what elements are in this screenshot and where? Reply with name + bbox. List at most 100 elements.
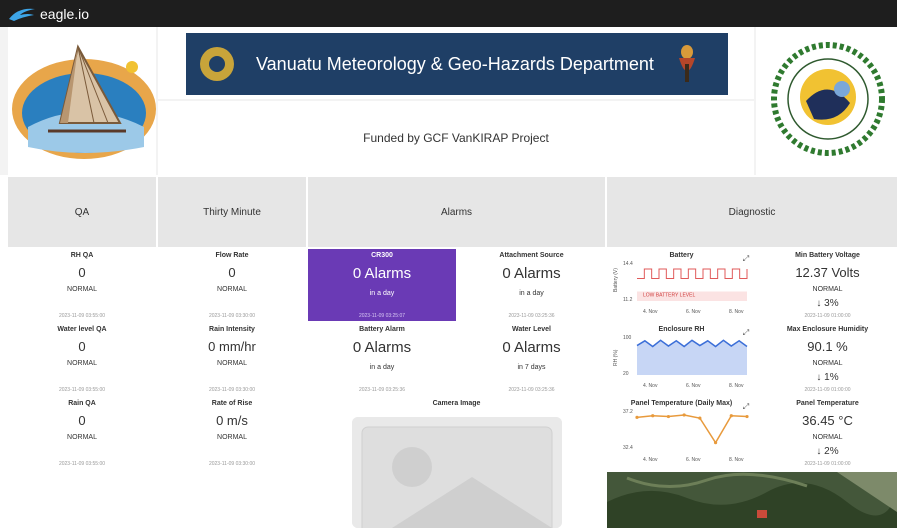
rain-qa-tile[interactable]: Rain QA 0 NORMAL 2023-11-09 03:55:00 <box>8 397 156 469</box>
tile-value: 12.37 Volts <box>795 265 860 280</box>
tile-title: Rate of Rise <box>211 400 253 407</box>
tile-timestamp: 2023-11-09 03:25:07 <box>358 313 406 319</box>
brand-name[interactable]: eagle.io <box>40 6 89 22</box>
tile-timestamp: 2023-11-09 03:55:00 <box>58 387 106 393</box>
panel-temperature-tile[interactable]: Panel Temperature 36.45 °C NORMAL ↓ 2% 2… <box>758 397 897 469</box>
tile-status: NORMAL <box>217 360 247 367</box>
tile-title: Water Level <box>511 326 552 333</box>
department-emblem-icon <box>200 47 234 81</box>
tile-title: RH QA <box>70 252 94 259</box>
eagle-logo-icon[interactable] <box>8 5 36 23</box>
tile-timestamp: 2023-11-09 01:00:00 <box>804 313 851 319</box>
tile-status: NORMAL <box>812 360 843 367</box>
image-placeholder-icon <box>352 417 562 528</box>
tile-title: Min Battery Voltage <box>795 252 860 259</box>
expand-icon[interactable]: ⤢ <box>740 327 752 339</box>
rh-qa-tile[interactable]: RH QA 0 NORMAL 2023-11-09 03:55:00 <box>8 249 156 321</box>
attachment-source-alarm-tile[interactable]: Attachment Source 0 Alarms in a day 2023… <box>458 249 605 321</box>
panel-temp-line <box>636 414 748 445</box>
rain-intensity-tile[interactable]: Rain Intensity 0 mm/hr NORMAL 2023-11-09… <box>158 323 306 395</box>
flow-rate-tile[interactable]: Flow Rate 0 NORMAL 2023-11-09 03:30:00 <box>158 249 306 321</box>
y-tick-label: 20 <box>623 371 629 377</box>
tile-trend: ↓ 2% <box>816 446 839 457</box>
chart-title: Battery <box>669 252 694 259</box>
y-tick-label: 37.2 <box>623 409 633 415</box>
data-point <box>666 414 671 419</box>
y-tick-label: 32.4 <box>623 445 633 451</box>
battery-chart-tile[interactable]: 14.4 11.2 Battery (V) 4. Nov 6. Nov 8. Nov LOW… <box>607 249 756 321</box>
tile-value: 36.45 °C <box>802 413 853 428</box>
expand-icon[interactable]: ⤢ <box>740 253 752 265</box>
section-qa: QA <box>8 177 156 247</box>
funded-by-panel: Funded by GCF VanKIRAP Project <box>158 101 754 175</box>
y-tick-label: 11.2 <box>623 297 633 303</box>
section-diagnostic: Diagnostic <box>607 177 897 247</box>
tile-value: 0 Alarms <box>352 265 412 282</box>
enclosure-rh-chart-tile[interactable]: 100 20 RH (%) 4. Nov 6. Nov 8. Nov Enclosure … <box>607 323 756 395</box>
department-banner-panel: Vanuatu Meteorology & Geo-Hazards Depart… <box>158 27 754 99</box>
x-tick-label: 8. Nov <box>729 309 744 315</box>
data-point <box>713 441 718 445</box>
chart-title: Enclosure RH <box>658 326 705 333</box>
x-tick-label: 4. Nov <box>643 383 658 389</box>
tile-value: 0 <box>78 413 86 428</box>
rate-of-rise-tile[interactable]: Rate of Rise 0 m/s NORMAL 2023-11-09 03:… <box>158 397 306 469</box>
tile-timestamp: 2023-11-09 03:55:00 <box>58 461 106 467</box>
low-battery-label: LOW BATTERY LEVEL <box>643 292 695 298</box>
water-level-qa-tile[interactable]: Water level QA 0 NORMAL 2023-11-09 03:55… <box>8 323 156 395</box>
battery-chart: 14.4 11.2 Battery (V) 4. Nov 6. Nov 8. Nov LOW… <box>613 261 748 315</box>
section-labels: QA Thirty Minute Alarms Diagnostic <box>8 177 897 247</box>
y-tick-label: 14.4 <box>623 261 633 267</box>
left-logo-panel <box>8 27 156 175</box>
data-point <box>651 414 655 418</box>
tile-period: in a day <box>369 364 395 371</box>
y-axis-label: RH (%) <box>613 349 619 366</box>
tile-title: Camera Image <box>432 400 481 407</box>
cr300-alarm-tile[interactable]: CR300 0 Alarms in a day 2023-11-09 03:25… <box>308 249 456 321</box>
klaemet-logo <box>12 44 156 159</box>
battery-alarm-tile[interactable]: Battery Alarm 0 Alarms in a day 2023-11-… <box>308 323 456 395</box>
satellite-map-image <box>607 472 897 528</box>
water-level-alarm-tile[interactable]: Water Level 0 Alarms in 7 days 2023-11-0… <box>458 323 605 395</box>
tile-timestamp: 2023-11-09 03:25:36 <box>508 313 555 319</box>
panel-temperature-chart: 37.2 32.4 4. Nov 6. Nov 8. Nov <box>623 409 749 463</box>
max-enclosure-humidity-tile[interactable]: Max Enclosure Humidity 90.1 % NORMAL ↓ 1… <box>758 323 897 395</box>
data-point <box>729 414 733 418</box>
tile-title: Water level QA <box>57 326 107 333</box>
camera-image-tile[interactable]: Camera Image <box>308 397 605 528</box>
enclosure-rh-chart: 100 20 RH (%) 4. Nov 6. Nov 8. Nov <box>613 335 748 389</box>
dashboard-header: Vanuatu Meteorology & Geo-Hazards Depart… <box>0 27 897 175</box>
min-battery-voltage-tile[interactable]: Min Battery Voltage 12.37 Volts NORMAL ↓… <box>758 249 897 321</box>
tile-status: NORMAL <box>67 360 97 367</box>
tile-timestamp: 2023-11-09 03:25:36 <box>508 387 555 393</box>
tile-value: 90.1 % <box>807 339 848 354</box>
site-map[interactable] <box>607 472 897 528</box>
panel-temperature-chart-tile[interactable]: 37.2 32.4 4. Nov 6. Nov 8. Nov Panel Tempera… <box>607 397 756 469</box>
funded-by-text: Funded by GCF VanKIRAP Project <box>363 131 549 145</box>
tile-timestamp: 2023-11-09 03:25:36 <box>358 387 406 393</box>
section-thirty-minute: Thirty Minute <box>158 177 306 247</box>
tile-period: in a day <box>369 290 395 297</box>
department-title: Vanuatu Meteorology & Geo-Hazards Depart… <box>256 53 654 74</box>
tile-status: NORMAL <box>67 434 97 441</box>
y-tick-label: 100 <box>623 335 632 341</box>
tile-timestamp: 2023-11-09 01:00:00 <box>804 387 851 393</box>
tile-value: 0 <box>78 265 86 280</box>
x-tick-label: 6. Nov <box>686 309 701 315</box>
chart-title: Panel Temperature (Daily Max) <box>630 400 733 407</box>
data-point <box>698 416 702 420</box>
department-banner: Vanuatu Meteorology & Geo-Hazards Depart… <box>186 33 728 95</box>
x-tick-label: 8. Nov <box>729 383 744 389</box>
x-tick-label: 4. Nov <box>643 457 658 463</box>
tile-value: 0 Alarms <box>502 339 561 356</box>
data-point <box>635 415 639 419</box>
tile-timestamp: 2023-11-09 03:30:00 <box>208 313 256 319</box>
x-tick-label: 6. Nov <box>686 383 701 389</box>
tile-period: in 7 days <box>517 364 546 371</box>
tile-trend: ↓ 3% <box>816 298 839 309</box>
data-point <box>682 413 686 417</box>
tile-title: Flow Rate <box>215 252 249 259</box>
expand-icon[interactable]: ⤢ <box>740 401 752 413</box>
tile-period: in a day <box>519 290 544 297</box>
tile-title: Panel Temperature <box>796 400 859 407</box>
